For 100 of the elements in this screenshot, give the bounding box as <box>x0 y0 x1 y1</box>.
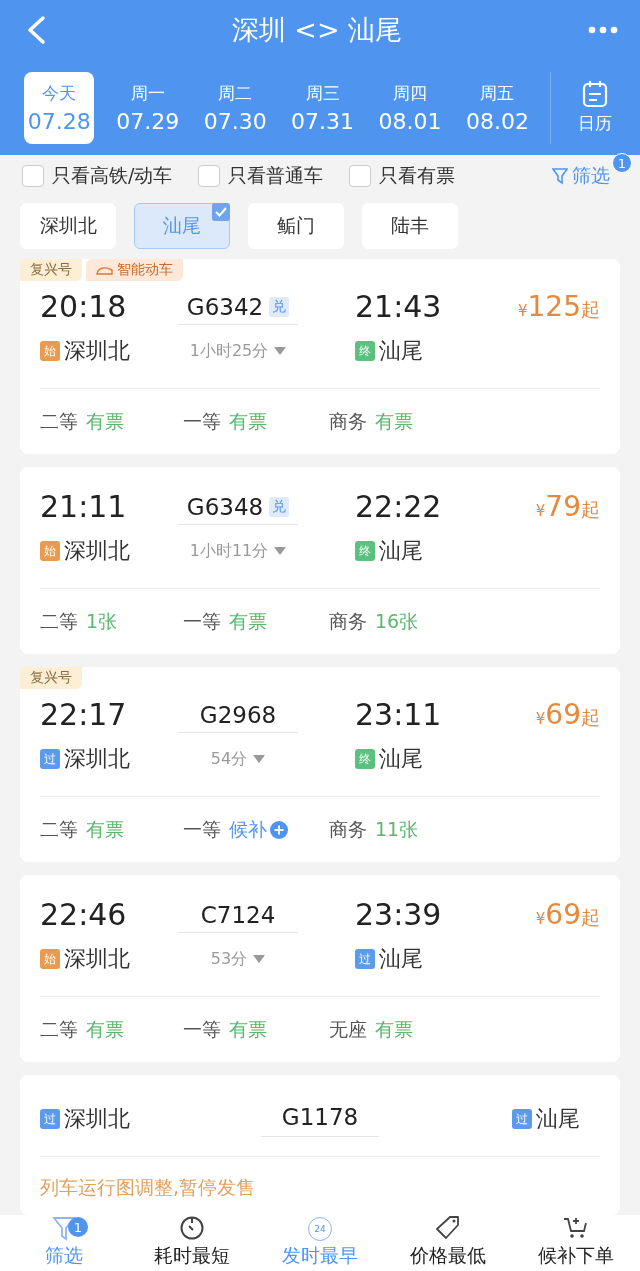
station-type-badge: 终 <box>355 541 375 561</box>
page-title: 深圳 <> 汕尾 <box>231 13 403 47</box>
check-icon <box>212 203 230 221</box>
date-tab[interactable]: 周三 07.31 <box>287 71 358 144</box>
seat-availability: 二等 有票 <box>40 1017 125 1042</box>
station-type-badge: 过 <box>512 1109 532 1129</box>
price: ¥69起 <box>535 897 600 933</box>
caret-icon <box>253 955 266 963</box>
train-card[interactable]: 复兴号 智能动车 20:18 G6342 兑 21:43 ¥125起 始 深圳北 1小时25分 终 汕尾 二等 有票 一等 有票 商务 有票 <box>20 259 620 454</box>
date-tab[interactable]: 周四 08.01 <box>374 71 446 144</box>
duration-toggle[interactable]: 1小时25分 <box>178 333 298 369</box>
price: ¥69起 <box>535 697 600 733</box>
duration-toggle[interactable]: 54分 <box>178 741 298 777</box>
seat-availability: 一等 有票 <box>183 609 268 634</box>
train-card[interactable]: 复兴号 22:17 G2968 23:11 ¥69起 过 深圳北 54分 终 汕尾 二等 有票 一等 候补 商务 11张 <box>20 667 620 862</box>
seat-availability: 二等 有票 <box>40 409 125 434</box>
sort-tab[interactable]: 候补下单 <box>512 1215 640 1271</box>
more-button[interactable] <box>588 26 618 34</box>
station-type-badge: 过 <box>40 1109 60 1129</box>
cart-icon <box>562 1215 590 1241</box>
plus-icon <box>270 821 288 839</box>
arrival-time: 23:39 <box>355 897 442 932</box>
station-name: 汕尾 <box>379 945 423 973</box>
price: ¥79起 <box>535 489 600 525</box>
exchange-badge: 兑 <box>269 496 290 517</box>
train-number: G6342 <box>186 293 264 320</box>
train-tag: 复兴号 <box>20 259 82 281</box>
date-tab[interactable]: 周一 07.29 <box>112 71 183 144</box>
train-tag: 复兴号 <box>20 667 82 689</box>
sort-tab[interactable]: 价格最低 <box>384 1215 512 1271</box>
arrival-time: 22:22 <box>355 489 442 524</box>
duration-toggle[interactable]: 1小时11分 <box>178 533 298 569</box>
sort-tab[interactable]: 筛选 1 <box>0 1215 128 1271</box>
departure-time: 21:11 <box>40 489 128 526</box>
departure-time: 22:17 <box>40 697 128 734</box>
price-tag-icon <box>434 1215 462 1241</box>
caret-icon <box>274 347 287 355</box>
station-name: 汕尾 <box>379 745 423 773</box>
station-name: 深圳北 <box>64 537 130 565</box>
filter-checkbox[interactable]: 只看有票 <box>349 163 456 189</box>
station-name: 深圳北 <box>64 337 130 365</box>
caret-icon <box>253 755 266 763</box>
station-type-badge: 始 <box>40 541 60 561</box>
station-name: 汕尾 <box>536 1105 580 1133</box>
calendar-icon <box>582 80 609 108</box>
price: ¥125起 <box>518 289 600 325</box>
filter-icon <box>552 167 568 185</box>
train-number: G1178 <box>281 1103 359 1130</box>
train-card[interactable]: 21:11 G6348 兑 22:22 ¥79起 始 深圳北 1小时11分 终 汕尾 二等 1张 一等 有票 商务 16张 <box>20 467 620 654</box>
seat-availability: 无座 有票 <box>329 1017 414 1042</box>
train-card[interactable]: 过 深圳北 G1178 过 汕尾 列车运行图调整,暂停发售 <box>20 1075 620 1215</box>
train-number: C7124 <box>200 901 276 928</box>
train-card[interactable]: 22:46 C7124 23:39 ¥69起 始 深圳北 53分 过 汕尾 二等 有票 一等 有票 无座 有票 <box>20 875 620 1062</box>
seat-availability: 商务 有票 <box>329 409 414 434</box>
train-tag: 智能动车 <box>86 259 183 281</box>
station-name: 深圳北 <box>64 745 130 773</box>
duration-toggle[interactable]: 53分 <box>178 941 298 977</box>
station-name: 深圳北 <box>64 945 130 973</box>
station-type-badge: 终 <box>355 341 375 361</box>
station-name: 汕尾 <box>379 337 423 365</box>
station-chip[interactable]: 汕尾 <box>134 203 230 249</box>
seat-availability: 一等 有票 <box>183 409 268 434</box>
exchange-badge: 兑 <box>269 296 290 317</box>
arrival-time: 23:11 <box>355 697 442 732</box>
seat-availability: 一等 候补 <box>183 817 329 843</box>
sale-notice: 列车运行图调整,暂停发售 <box>40 1175 257 1200</box>
seat-availability: 商务 11张 <box>329 817 420 842</box>
station-type-badge: 始 <box>40 949 60 969</box>
station-name: 深圳北 <box>64 1105 130 1133</box>
filter-icon <box>52 1215 76 1241</box>
date-tab[interactable]: 周二 07.30 <box>199 71 271 144</box>
station-chip[interactable]: 陆丰 <box>362 203 458 249</box>
sort-tab[interactable]: 24 发时最早 <box>256 1215 384 1271</box>
station-type-badge: 过 <box>40 749 60 769</box>
arrival-time: 21:43 <box>355 289 442 324</box>
sort-tab[interactable]: 耗时最短 <box>128 1215 256 1271</box>
train-number: G6348 <box>186 493 264 520</box>
seat-availability: 二等 有票 <box>40 817 125 842</box>
train-icon <box>96 265 114 275</box>
seat-availability: 二等 1张 <box>40 609 119 634</box>
filter-checkbox[interactable]: 只看高铁/动车 <box>22 163 173 189</box>
station-chip[interactable]: 深圳北 <box>20 203 116 249</box>
train-number: G2968 <box>199 701 277 728</box>
station-chip[interactable]: 鲘门 <box>248 203 344 249</box>
timer-icon <box>179 1215 205 1241</box>
station-name: 汕尾 <box>379 537 423 565</box>
station-type-badge: 始 <box>40 341 60 361</box>
caret-icon <box>274 547 287 555</box>
count-badge: 1 <box>68 1217 88 1237</box>
back-button[interactable] <box>26 15 46 45</box>
seat-availability: 商务 16张 <box>329 609 420 634</box>
calendar-button[interactable]: 日历 <box>549 71 640 144</box>
station-type-badge: 过 <box>355 949 375 969</box>
station-type-badge: 终 <box>355 749 375 769</box>
date-tab[interactable]: 周五 08.02 <box>462 71 533 144</box>
departure-time: 22:46 <box>40 897 128 934</box>
filter-checkbox[interactable]: 只看普通车 <box>198 163 324 189</box>
date-tab[interactable]: 今天 07.28 <box>24 71 95 144</box>
count-badge: 1 <box>612 153 632 173</box>
seat-availability: 一等 有票 <box>183 1017 268 1042</box>
